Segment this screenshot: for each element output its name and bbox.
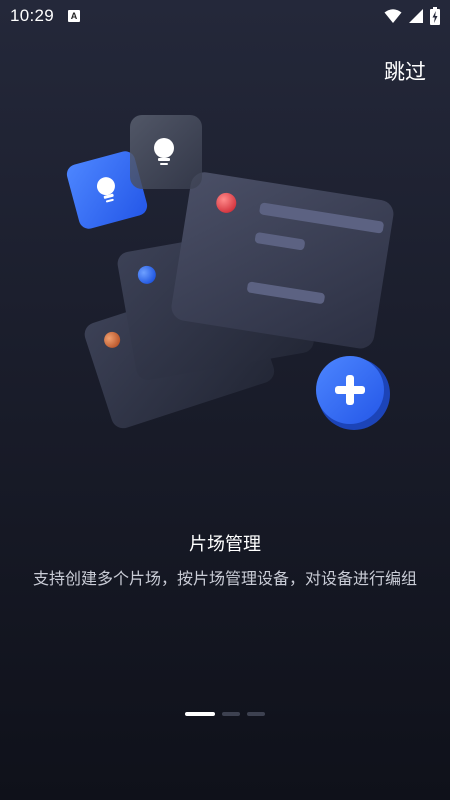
status-bar: 10:29 A [0,0,450,32]
front-card [171,172,394,349]
wifi-icon [384,9,402,23]
battery-charging-icon [430,7,440,25]
page-dot [222,712,240,716]
page-dot [247,712,265,716]
add-circle-graphic [316,356,390,430]
slide-title: 片场管理 [189,534,261,555]
skip-button[interactable]: 跳过 [384,56,426,86]
status-icons [384,7,440,25]
glass-bulb-card [130,115,202,189]
page-indicator [0,712,450,716]
signal-icon [409,9,423,23]
status-time: 10:29 [10,6,55,25]
slide-description: 支持创建多个片场，按片场管理设备，对设备进行编组 [32,569,417,588]
page-dot-active [185,712,215,716]
notification-badge-icon: A [68,10,81,22]
onboarding-illustration [66,115,394,430]
